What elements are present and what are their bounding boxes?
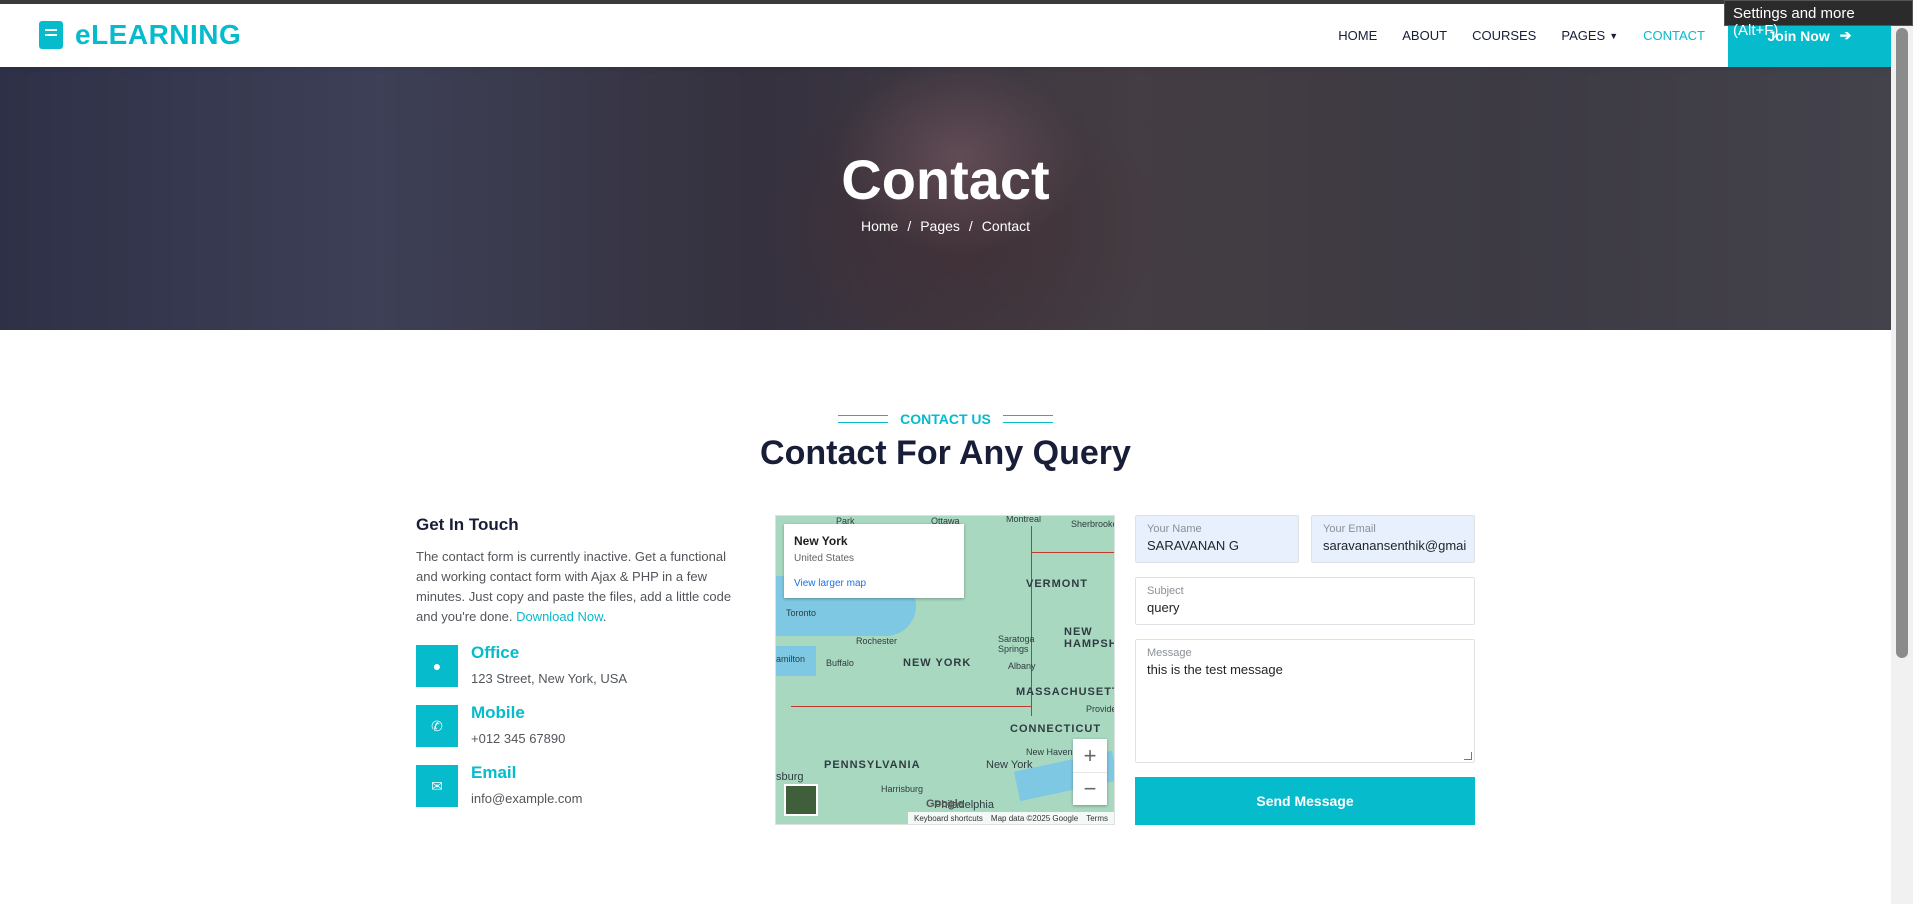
nav-contact[interactable]: CONTACT: [1643, 28, 1705, 43]
info-text-period: .: [602, 609, 607, 624]
envelope-icon: ✉: [416, 765, 458, 807]
map-region-label: MASSACHUSETT: [1016, 686, 1115, 698]
decorative-lines: [1002, 415, 1053, 423]
nav-pages-dropdown[interactable]: PAGES ▼: [1561, 28, 1618, 43]
info-item-mobile: ✆ Mobile +012 345 67890: [416, 703, 746, 749]
breadcrumb-separator: /: [907, 218, 912, 234]
name-field[interactable]: Your Name SARAVANAN G: [1135, 515, 1299, 563]
nav-about[interactable]: ABOUT: [1402, 28, 1447, 43]
map-city: Albany: [1008, 661, 1036, 671]
email-field-label: Your Email: [1323, 523, 1376, 535]
name-field-label: Your Name: [1147, 523, 1202, 535]
info-heading: Get In Touch: [416, 515, 519, 534]
brand-name: eLEARNING: [75, 19, 242, 50]
breadcrumb-home[interactable]: Home: [861, 218, 898, 234]
arrow-right-icon: ➔: [1839, 27, 1852, 43]
map-city: Rochester: [856, 636, 898, 646]
terms-link[interactable]: Terms: [1086, 814, 1108, 823]
decorative-lines: [838, 415, 889, 423]
keyboard-shortcuts-link[interactable]: Keyboard shortcuts: [914, 814, 983, 823]
info-item-office: ● Office 123 Street, New York, USA: [416, 643, 746, 689]
map-region-label: PENNSYLVANIA: [824, 759, 921, 771]
hero-banner: Contact Home / Pages / Contact: [0, 67, 1891, 330]
map-region-label: NEW YORK: [903, 657, 972, 669]
info-item-title: Mobile: [471, 703, 525, 722]
map-city: amilton: [776, 654, 806, 664]
info-item-value: 123 Street, New York, USA: [471, 671, 628, 686]
map-data-attribution: Map data ©2025 Google: [990, 813, 1079, 823]
section-subtitle-row: Contact Us: [0, 411, 1891, 427]
zoom-in-button[interactable]: +: [1073, 739, 1107, 772]
page-title: Contact: [841, 148, 1050, 211]
info-item-email: ✉ Email info@example.com: [416, 763, 746, 809]
email-field-value: saravanansenthik@gmail.com: [1323, 538, 1466, 553]
nav-courses[interactable]: COURSES: [1472, 28, 1536, 43]
map-city: Provide: [1086, 704, 1115, 714]
book-icon: [39, 21, 63, 49]
info-text: The contact form is currently inactive. …: [416, 547, 746, 627]
info-item-title: Email: [471, 763, 517, 782]
resize-handle-icon[interactable]: [1464, 752, 1472, 760]
section-subtitle: Contact Us: [900, 411, 991, 427]
map-city: Saratoga Springs: [998, 634, 1035, 654]
section-title: Contact For Any Query: [760, 434, 1131, 472]
map-region-label: NEW HAMPSH: [1064, 626, 1115, 650]
map-footer: Keyboard shortcuts Map data ©2025 Google…: [907, 812, 1114, 824]
contact-info: Get In Touch The contact form is current…: [416, 515, 746, 627]
map-zoom-controls: + −: [1073, 739, 1107, 805]
info-item-value: info@example.com: [471, 791, 583, 806]
map-city: New York: [986, 759, 1033, 771]
settings-tooltip: Settings and more (Alt+F): [1724, 0, 1913, 39]
scrollbar-thumb[interactable]: [1896, 28, 1908, 658]
brand-link[interactable]: eLEARNING: [39, 19, 241, 51]
phone-icon: ✆: [416, 705, 458, 747]
map-city: Harrisburg: [881, 784, 924, 794]
map-city: sburg: [776, 771, 804, 783]
nav-links: HOME ABOUT COURSES PAGES ▼ CONTACT: [1338, 4, 1705, 67]
map-marker-icon: ●: [416, 645, 458, 687]
view-larger-map-link[interactable]: View larger map: [794, 578, 954, 589]
subject-field-value: query: [1147, 600, 1180, 615]
google-logo: Google: [926, 798, 964, 810]
map-card-subtitle: United States: [794, 553, 855, 564]
satellite-toggle-thumbnail[interactable]: [784, 784, 818, 816]
nav-home[interactable]: HOME: [1338, 28, 1377, 43]
chevron-down-icon: ▼: [1609, 30, 1619, 41]
state-border: [1031, 552, 1114, 553]
breadcrumb: Home / Pages / Contact: [0, 218, 1891, 234]
map-card-title: New York: [794, 534, 848, 548]
map-city: Buffalo: [826, 658, 854, 668]
navbar: eLEARNING HOME ABOUT COURSES PAGES ▼ CON…: [0, 4, 1891, 67]
scrollbar[interactable]: [1891, 4, 1913, 904]
map-city: Montreal: [1006, 515, 1042, 524]
breadcrumb-current: Contact: [981, 218, 1031, 234]
subject-field[interactable]: Subject query: [1135, 577, 1475, 625]
subject-field-label: Subject: [1147, 585, 1184, 597]
map-region-label: VERMONT: [1026, 578, 1088, 590]
message-field-value: this is the test message: [1147, 662, 1283, 677]
state-border: [791, 706, 1031, 707]
zoom-out-button[interactable]: −: [1073, 772, 1107, 805]
message-field-label: Message: [1147, 647, 1192, 659]
name-field-value: SARAVANAN G: [1147, 538, 1239, 553]
breadcrumb-pages[interactable]: Pages: [920, 218, 960, 234]
nav-pages-label: PAGES: [1561, 28, 1606, 43]
map-info-card: New York United States View larger map: [784, 524, 964, 598]
email-field[interactable]: Your Email saravanansenthik@gmail.com: [1311, 515, 1475, 563]
breadcrumb-separator: /: [968, 218, 973, 234]
info-item-value: +012 345 67890: [471, 731, 566, 746]
info-item-title: Office: [471, 643, 520, 662]
message-field[interactable]: Message this is the test message: [1135, 639, 1475, 763]
embedded-map[interactable]: Park Ottawa Montreal Sherbrooke Toronto …: [775, 515, 1115, 825]
map-city: New Haven: [1026, 747, 1073, 757]
map-city: Sherbrooke: [1071, 519, 1115, 529]
send-message-button[interactable]: Send Message: [1135, 777, 1475, 825]
map-region-label: CONNECTICUT: [1010, 723, 1102, 735]
download-now-link[interactable]: Download Now: [516, 609, 603, 624]
map-city: Toronto: [786, 608, 817, 618]
